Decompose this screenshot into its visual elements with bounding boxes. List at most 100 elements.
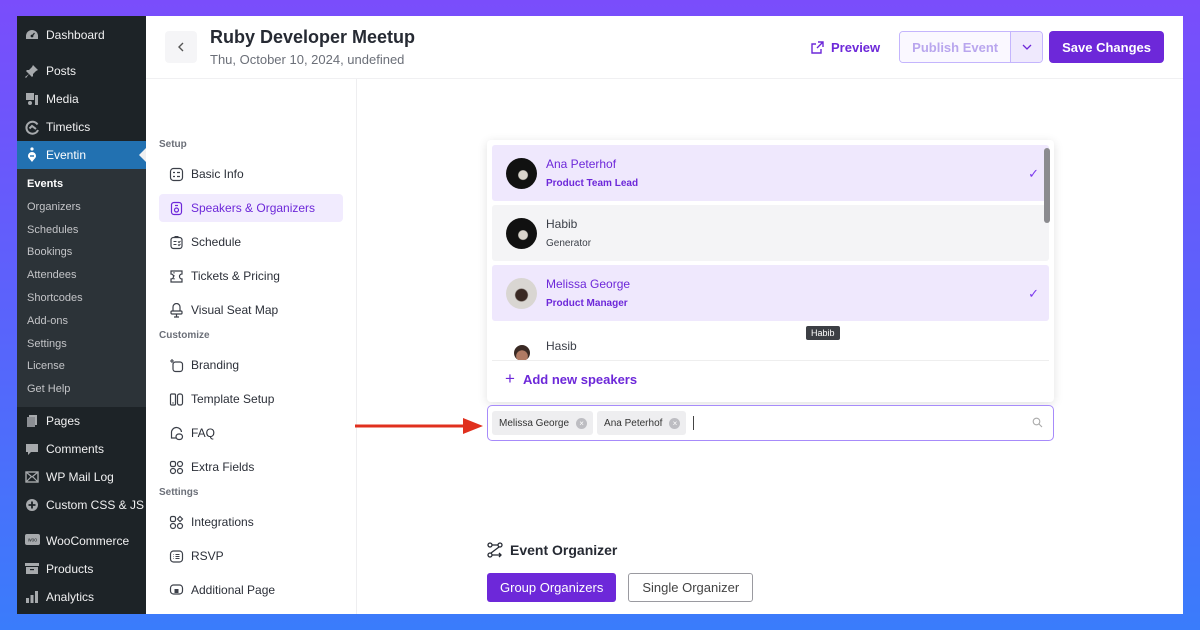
speaker-role: Generator xyxy=(546,238,592,249)
nav-item-label: Speakers & Organizers xyxy=(191,201,316,215)
submenu-get-help[interactable]: Get Help xyxy=(17,378,146,401)
comments-icon xyxy=(24,441,40,457)
publish-event-button[interactable]: Publish Event xyxy=(900,32,1011,62)
nav-item-extra-fields[interactable]: Extra Fields xyxy=(159,453,343,481)
page-icon xyxy=(169,583,184,595)
wp-menu-label: Custom CSS & JS xyxy=(46,497,145,512)
dashboard-icon xyxy=(24,27,40,43)
nav-item-label: Schedule xyxy=(191,235,242,249)
remove-tag-icon[interactable]: × xyxy=(576,417,588,429)
wp-menu-media[interactable]: Media xyxy=(17,85,146,113)
publish-options-dropdown[interactable] xyxy=(1010,32,1043,62)
route-icon xyxy=(487,542,503,558)
avatar xyxy=(506,217,537,249)
speaker-option-melissa-george[interactable]: Melissa George Product Manager ✓ xyxy=(492,265,1049,321)
grid-icon xyxy=(169,460,184,474)
submenu-bookings[interactable]: Bookings xyxy=(17,241,146,264)
wp-menu-label: Comments xyxy=(46,441,105,456)
save-changes-button[interactable]: Save Changes xyxy=(1049,31,1164,63)
nav-section-setup: Setup xyxy=(159,139,187,150)
section-title: Event Organizer xyxy=(510,542,618,558)
nav-item-template-setup[interactable]: Template Setup xyxy=(159,385,343,413)
event-date: Thu, October 10, 2024, undefined xyxy=(210,52,405,67)
speaker-role: Product Team Lead xyxy=(546,178,639,189)
nav-item-integrations[interactable]: Integrations xyxy=(159,508,343,536)
nav-item-label: Extra Fields xyxy=(191,460,255,474)
nav-item-speakers-organizers[interactable]: Speakers & Organizers xyxy=(159,194,343,222)
preview-label: Preview xyxy=(831,39,881,55)
tag-label: Ana Peterhof xyxy=(604,417,663,429)
wp-menu-label: WooCommerce xyxy=(46,533,130,548)
form-icon xyxy=(169,167,184,181)
wp-menu-eventin[interactable]: Eventin xyxy=(17,141,146,169)
avatar xyxy=(506,277,537,309)
bar-chart-icon xyxy=(24,589,40,605)
submenu-attendees[interactable]: Attendees xyxy=(17,264,146,287)
speaker-name: Hasib xyxy=(546,339,577,353)
wp-menu-timetics[interactable]: Timetics xyxy=(17,113,146,141)
wp-menu-label: Pages xyxy=(46,413,81,428)
submenu-settings[interactable]: Settings xyxy=(17,333,146,356)
template-icon xyxy=(169,392,184,406)
speaker-option-ana-peterhof[interactable]: Ana Peterhof Product Team Lead ✓ xyxy=(492,145,1049,201)
wp-menu-mail-log[interactable]: WP Mail Log xyxy=(17,463,146,491)
nav-item-branding[interactable]: Branding xyxy=(159,351,343,379)
speaker-option-habib[interactable]: Habib Generator xyxy=(492,205,1049,261)
wp-menu-woocommerce[interactable]: woo WooCommerce xyxy=(17,527,146,555)
back-button[interactable] xyxy=(165,31,197,63)
wp-menu-comments[interactable]: Comments xyxy=(17,435,146,463)
event-header: Ruby Developer Meetup Thu, October 10, 2… xyxy=(146,16,1183,79)
nav-item-additional-page[interactable]: Additional Page xyxy=(159,576,343,604)
nav-item-schedule[interactable]: Schedule xyxy=(159,228,343,256)
submenu-schedules[interactable]: Schedules xyxy=(17,219,146,242)
pages-icon xyxy=(24,413,40,429)
nav-item-label: RSVP xyxy=(191,549,224,563)
nav-item-visual-seat-map[interactable]: Visual Seat Map xyxy=(159,296,343,324)
submenu-organizers[interactable]: Organizers xyxy=(17,196,146,219)
plus-icon: + xyxy=(505,369,515,388)
submenu-license[interactable]: License xyxy=(17,355,146,378)
speakers-multiselect[interactable]: Melissa George × Ana Peterhof × xyxy=(487,405,1054,441)
plus-circle-icon xyxy=(24,497,40,513)
submenu-events[interactable]: Events xyxy=(17,173,146,196)
nav-item-label: Additional Page xyxy=(191,583,276,597)
media-icon xyxy=(24,91,40,107)
wp-menu-label: WP Mail Log xyxy=(46,469,114,484)
group-organizers-button[interactable]: Group Organizers xyxy=(487,573,617,602)
wp-menu-label: Timetics xyxy=(46,120,91,134)
nav-item-label: Basic Info xyxy=(191,167,244,181)
wp-menu-products[interactable]: Products xyxy=(17,555,146,583)
wp-admin-sidebar: Dashboard Posts Media Timetics Eventin E… xyxy=(17,16,146,614)
wp-menu-analytics[interactable]: Analytics xyxy=(17,583,146,611)
seat-icon xyxy=(170,302,183,318)
submenu-add-ons[interactable]: Add-ons xyxy=(17,310,146,333)
tooltip: Habib xyxy=(806,326,840,340)
submenu-shortcodes[interactable]: Shortcodes xyxy=(17,287,146,310)
publish-button-group: Publish Event xyxy=(899,31,1044,63)
nav-item-label: Template Setup xyxy=(191,392,275,406)
remove-tag-icon[interactable]: × xyxy=(669,417,681,429)
preview-link[interactable]: Preview xyxy=(811,40,880,55)
mail-icon xyxy=(24,469,40,485)
nav-item-basic-info[interactable]: Basic Info xyxy=(159,160,343,188)
speaker-option-hasib[interactable]: Hasib xyxy=(492,325,1049,361)
main-area: Ruby Developer Meetup Thu, October 10, 2… xyxy=(146,16,1183,614)
event-settings-nav: Setup Basic Info Speakers & Organizers S… xyxy=(146,79,357,614)
speaker-name: Ana Peterhof xyxy=(546,157,617,171)
nav-item-tickets-pricing[interactable]: Tickets & Pricing xyxy=(159,262,343,290)
text-cursor xyxy=(693,416,695,430)
selected-speaker-tag: Melissa George × xyxy=(492,411,594,435)
wp-menu-pages[interactable]: Pages xyxy=(17,407,146,435)
wp-menu-dashboard[interactable]: Dashboard xyxy=(17,21,146,49)
ticket-icon xyxy=(170,269,183,283)
nav-item-faq[interactable]: FAQ xyxy=(159,419,343,447)
add-new-speakers-button[interactable]: + Add new speakers xyxy=(505,369,637,389)
single-organizer-button[interactable]: Single Organizer xyxy=(628,573,754,602)
nav-item-label: Branding xyxy=(191,358,240,372)
wp-menu-custom-css-js[interactable]: Custom CSS & JS xyxy=(17,491,146,519)
nav-item-rsvp[interactable]: RSVP xyxy=(159,542,343,570)
wp-menu-posts[interactable]: Posts xyxy=(17,57,146,85)
wp-menu-label: Media xyxy=(46,92,79,106)
dropdown-scrollbar[interactable] xyxy=(1044,148,1050,223)
check-icon: ✓ xyxy=(1028,166,1039,181)
